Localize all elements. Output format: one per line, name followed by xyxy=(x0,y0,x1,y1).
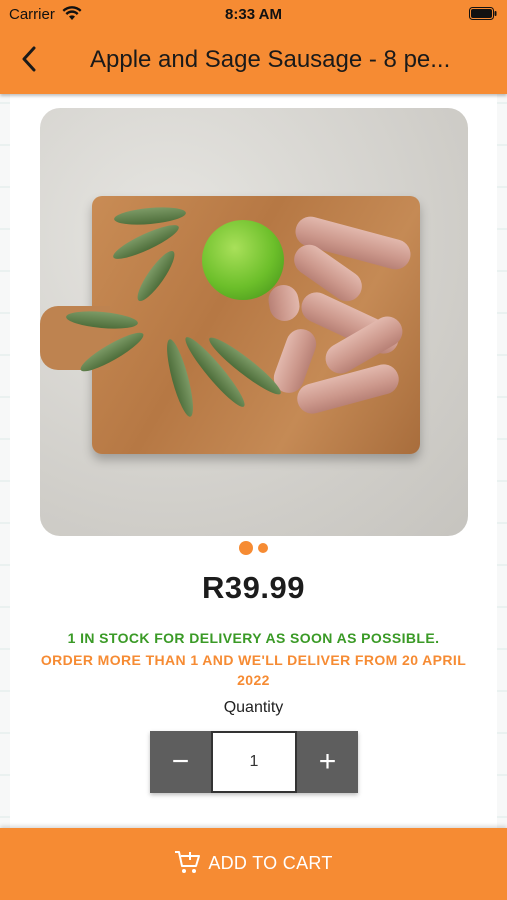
add-to-cart-label: ADD TO CART xyxy=(208,852,333,873)
carousel-indicator xyxy=(0,541,507,555)
apple-illustration xyxy=(202,220,284,300)
chevron-left-icon xyxy=(22,46,36,72)
quantity-label: Quantity xyxy=(223,699,284,716)
battery-icon xyxy=(469,7,497,20)
back-button[interactable] xyxy=(14,44,44,74)
add-to-cart-content: ADD TO CART xyxy=(174,850,332,876)
carousel-dot[interactable] xyxy=(258,543,268,553)
decrement-button[interactable]: − xyxy=(150,731,211,793)
status-time: 8:33 AM xyxy=(225,6,282,23)
status-bar: Carrier 8:33 AM xyxy=(0,0,507,28)
quantity-stepper: − 1 + xyxy=(150,731,358,793)
product-price: R39.99 xyxy=(202,570,305,605)
delivery-notice: ORDER MORE THAN 1 AND WE'LL DELIVER FROM… xyxy=(40,652,467,688)
add-to-cart-button[interactable]: ADD TO CART xyxy=(0,828,507,900)
cart-plus-icon xyxy=(175,851,201,873)
header: Carrier 8:33 AM Apple and Sage Sausage -… xyxy=(0,0,507,94)
quantity-input[interactable]: 1 xyxy=(211,731,297,793)
stock-status: 1 IN STOCK FOR DELIVERY AS SOON AS POSSI… xyxy=(67,630,440,646)
carousel-dot[interactable] xyxy=(239,541,253,555)
increment-button[interactable]: + xyxy=(297,731,358,793)
product-image-carousel[interactable] xyxy=(40,108,468,536)
page-title: Apple and Sage Sausage - 8 pe... xyxy=(90,46,451,73)
